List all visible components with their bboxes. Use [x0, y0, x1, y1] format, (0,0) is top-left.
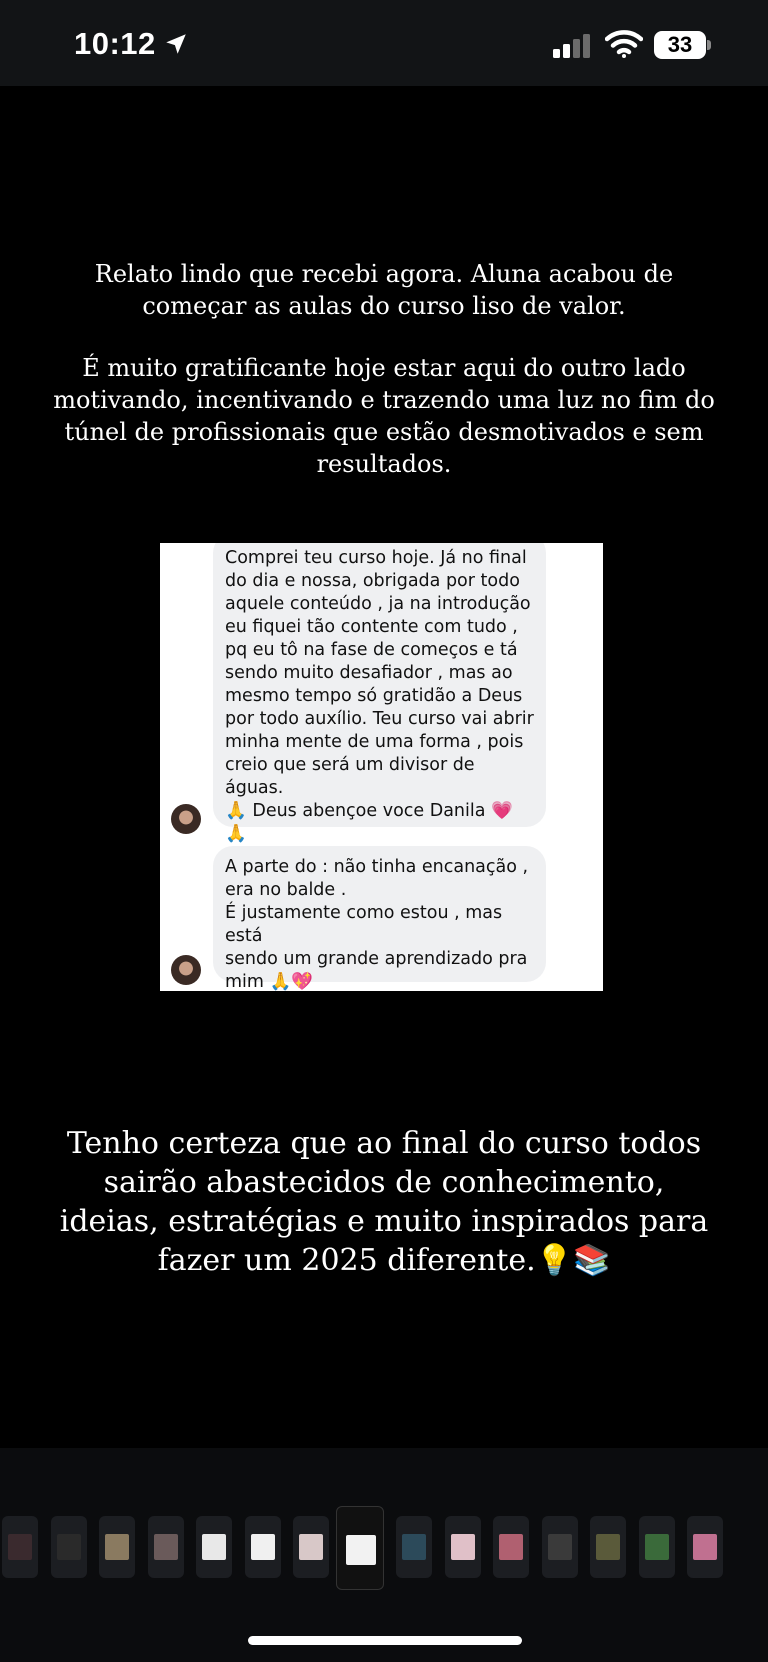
- avatar: [171, 804, 201, 834]
- thumbnail-preview: [345, 1535, 376, 1565]
- status-time: 10:12: [74, 26, 156, 61]
- story-thumbnail[interactable]: [293, 1516, 329, 1578]
- avatar: [171, 955, 201, 985]
- story-thumbnail[interactable]: [50, 1516, 87, 1578]
- story-thumbnail[interactable]: [444, 1516, 481, 1578]
- thumbnail-preview: [250, 1534, 275, 1560]
- location-arrow-icon: [166, 34, 186, 54]
- story-text-gratitude: É muito gratificante hoje estar aqui do …: [53, 354, 715, 478]
- battery-level: 33: [667, 32, 693, 57]
- story-thumbnail[interactable]: [687, 1516, 723, 1578]
- battery-tip: [707, 40, 711, 50]
- thumbnail-preview: [644, 1534, 669, 1560]
- story-text-intro: Relato lindo que recebi agora. Aluna aca…: [94, 260, 674, 320]
- story-thumbnail[interactable]: [99, 1516, 135, 1578]
- chat-screenshot: Comprei teu curso hoje. Já no final do d…: [160, 543, 603, 991]
- story-thumbnail[interactable]: [541, 1516, 578, 1578]
- thumbnail-preview: [450, 1534, 475, 1560]
- story-text-closing: Tenho certeza que ao final do curso todo…: [59, 1126, 709, 1278]
- thumbnail-preview: [499, 1534, 523, 1560]
- chat-message-2: A parte do : não tinha encanação , era n…: [213, 846, 546, 991]
- thumbnail-strip[interactable]: [0, 1506, 768, 1590]
- story-thumbnail[interactable]: [493, 1516, 529, 1578]
- home-indicator[interactable]: [248, 1636, 522, 1645]
- status-bar: 10:12 33: [0, 0, 768, 86]
- thumbnail-preview: [105, 1534, 129, 1560]
- thumbnail-preview: [596, 1534, 620, 1560]
- thumbnail-preview: [693, 1534, 717, 1560]
- story-thumbnail[interactable]: [335, 1506, 384, 1590]
- thumbnail-preview: [8, 1534, 32, 1560]
- battery-icon: 33: [654, 31, 712, 59]
- chat-message-1: Comprei teu curso hoje. Já no final do d…: [213, 543, 546, 844]
- story-thumbnail[interactable]: [638, 1516, 675, 1578]
- story-thumbnail[interactable]: [147, 1516, 184, 1578]
- story-thumbnail[interactable]: [196, 1516, 232, 1578]
- thumbnail-preview: [153, 1534, 178, 1560]
- cellular-signal-icon: [553, 34, 590, 58]
- thumbnail-preview: [56, 1534, 81, 1560]
- story-thumbnail[interactable]: [396, 1516, 432, 1578]
- thumbnail-preview: [547, 1534, 572, 1560]
- wifi-icon: [605, 30, 643, 58]
- story-thumbnail[interactable]: [590, 1516, 626, 1578]
- story-thumbnail[interactable]: [244, 1516, 281, 1578]
- thumbnail-preview: [402, 1534, 426, 1560]
- story-thumbnail[interactable]: [2, 1516, 38, 1578]
- thumbnail-preview: [299, 1534, 323, 1560]
- thumbnail-preview: [202, 1534, 226, 1560]
